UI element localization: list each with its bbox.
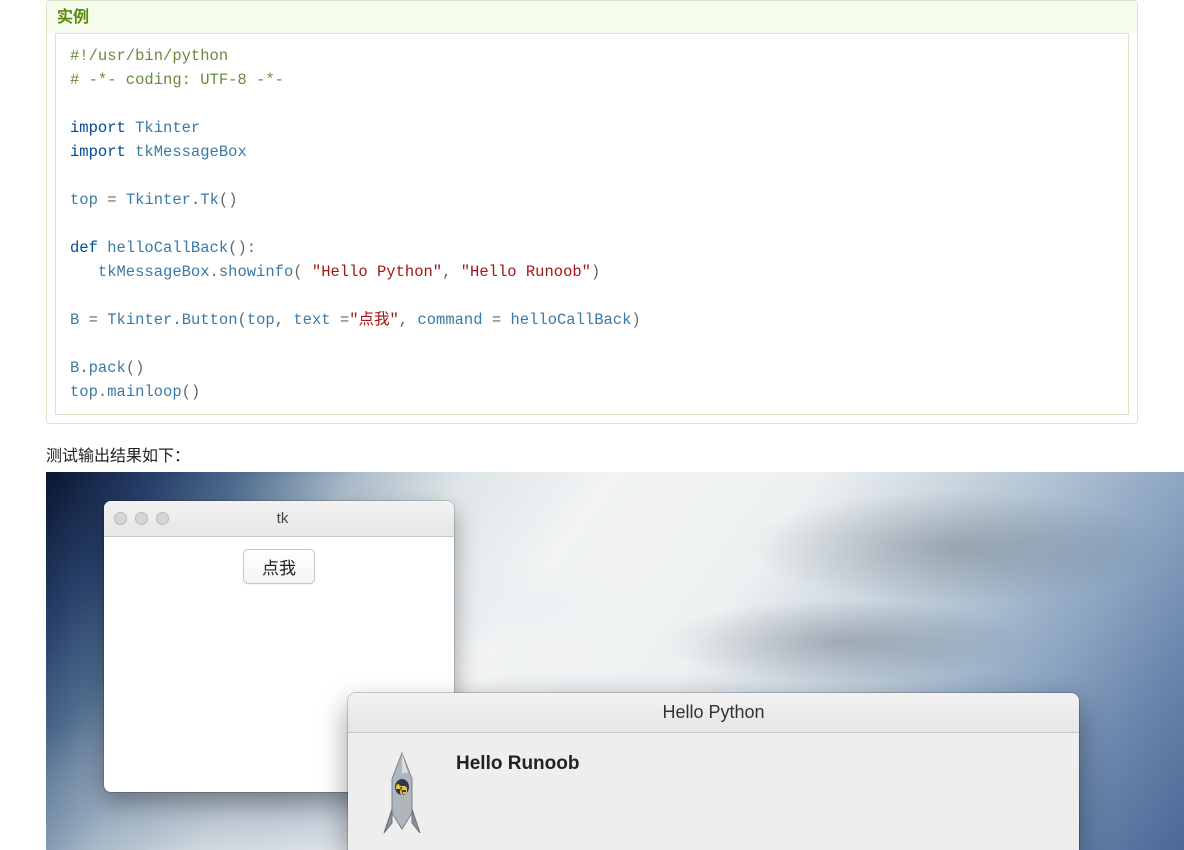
tk-window-title: tk: [169, 510, 396, 527]
code-rparen: ): [191, 383, 200, 401]
code-lparen: (: [293, 263, 302, 281]
minimize-icon[interactable]: [135, 512, 148, 525]
code-var: B: [70, 359, 79, 377]
result-label: 测试输出结果如下：: [46, 442, 1138, 466]
code-block: #!/usr/bin/python # -*- coding: UTF-8 -*…: [55, 33, 1129, 415]
code-lparen: (: [238, 311, 247, 329]
code-def: def: [70, 239, 98, 257]
zoom-icon[interactable]: [156, 512, 169, 525]
code-rparen: ): [135, 359, 144, 377]
messagebox-title: Hello Python: [662, 702, 764, 723]
code-import-kw: import: [70, 119, 126, 137]
code-shebang: #!/usr/bin/python: [70, 47, 228, 65]
code-comma: ,: [399, 311, 408, 329]
code-kwarg: text: [293, 311, 330, 329]
code-call: Button: [182, 311, 238, 329]
code-var: top: [70, 191, 98, 209]
python-rocket-icon: [378, 751, 426, 841]
code-eq: =: [107, 191, 116, 209]
code-dot: .: [210, 263, 219, 281]
code-kwarg: command: [417, 311, 482, 329]
code-eq: =: [340, 311, 349, 329]
code-import-kw: import: [70, 143, 126, 161]
code-func-name: helloCallBack: [107, 239, 228, 257]
code-eq: =: [89, 311, 98, 329]
code-var: B: [70, 311, 79, 329]
example-box: 实例 #!/usr/bin/python # -*- coding: UTF-8…: [46, 0, 1138, 424]
code-lparen: (: [182, 383, 191, 401]
desktop-screenshot: tk 点我 Hello Python Hello Runoob: [46, 472, 1184, 850]
code-import-mod: tkMessageBox: [135, 143, 247, 161]
code-dot: .: [172, 311, 181, 329]
code-lparen: (: [126, 359, 135, 377]
messagebox-window: Hello Python Hello Runoob: [348, 693, 1079, 850]
code-call: pack: [89, 359, 126, 377]
code-string: "Hello Python": [312, 263, 442, 281]
code-call: Tk: [200, 191, 219, 209]
code-eq: =: [492, 311, 501, 329]
code-class: Tkinter: [126, 191, 191, 209]
code-rparen: ): [591, 263, 600, 281]
code-ident: helloCallBack: [510, 311, 631, 329]
messagebox-text: Hello Runoob: [456, 753, 579, 775]
code-colon: :: [247, 239, 256, 257]
tk-window-body: 点我: [104, 537, 454, 596]
code-ident: tkMessageBox: [98, 263, 210, 281]
code-class: Tkinter: [107, 311, 172, 329]
code-rparen: ): [228, 191, 237, 209]
code-call: showinfo: [219, 263, 293, 281]
code-comma: ,: [275, 311, 284, 329]
code-dot: .: [191, 191, 200, 209]
code-string: "点我": [349, 311, 399, 329]
dianwo-button[interactable]: 点我: [243, 549, 315, 584]
example-title: 实例: [47, 1, 1137, 33]
code-rparen: ): [631, 311, 640, 329]
messagebox-titlebar: Hello Python: [348, 693, 1079, 733]
code-call: mainloop: [107, 383, 181, 401]
code-lparen: (: [219, 191, 228, 209]
code-import-mod: Tkinter: [135, 119, 200, 137]
close-icon[interactable]: [114, 512, 127, 525]
code-var: top: [70, 383, 98, 401]
traffic-light-buttons: [114, 512, 169, 525]
code-comma: ,: [442, 263, 451, 281]
messagebox-body: Hello Runoob: [348, 733, 1079, 850]
code-string: "Hello Runoob": [461, 263, 591, 281]
code-dot: .: [79, 359, 88, 377]
code-coding: # -*- coding: UTF-8 -*-: [70, 71, 284, 89]
tk-titlebar: tk: [104, 501, 454, 537]
code-dot: .: [98, 383, 107, 401]
code-rparen: ): [237, 239, 246, 257]
code-arg: top: [247, 311, 275, 329]
